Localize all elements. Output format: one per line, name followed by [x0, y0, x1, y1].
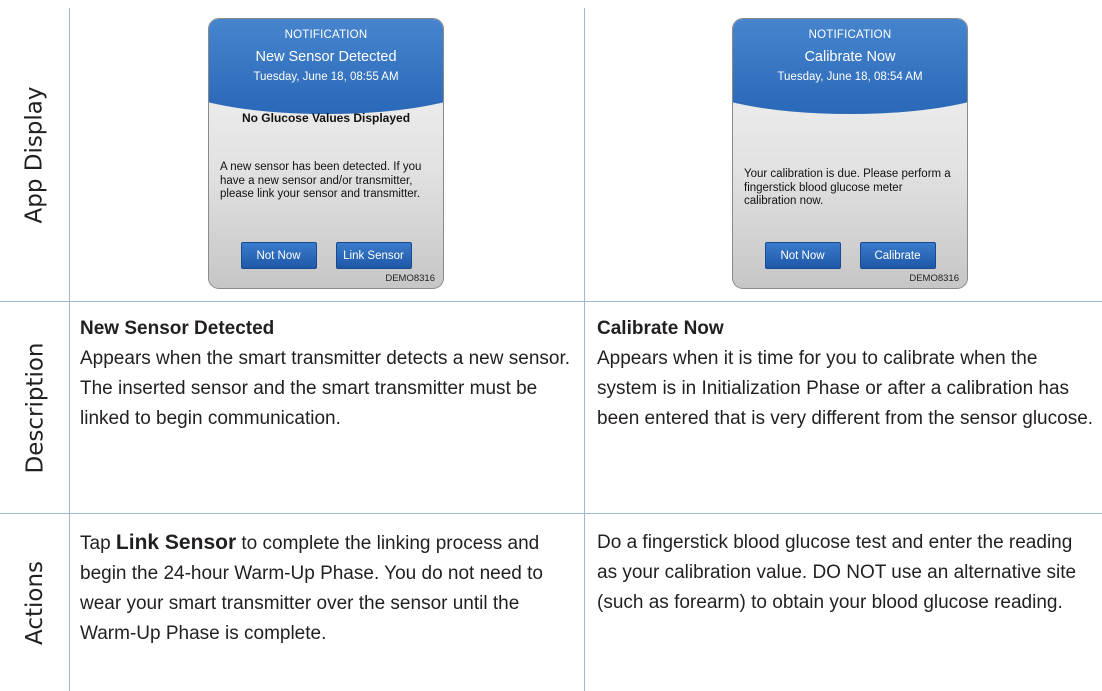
notification-screen-new-sensor: NOTIFICATION New Sensor Detected Tuesday…	[208, 18, 444, 289]
notification-title: New Sensor Detected	[255, 49, 397, 65]
action-text: Do a fingerstick blood glucose test and …	[597, 532, 1077, 613]
row-label-app-display-text: App Display	[22, 85, 48, 224]
row-label-app-display: App Display	[0, 8, 70, 301]
notification-label: NOTIFICATION	[808, 29, 892, 41]
notification-headline: No Glucose Values Displayed	[241, 111, 411, 125]
notification-datetime: Tuesday, June 18, 08:54 AM	[777, 71, 923, 83]
row-label-actions: Actions	[0, 514, 70, 691]
notification-screen-calibrate: NOTIFICATION Calibrate Now Tuesday, June…	[732, 18, 968, 289]
row-label-description: Description	[0, 302, 70, 513]
demo-code: DEMO8316	[385, 273, 435, 284]
link-sensor-button[interactable]: Link Sensor	[335, 242, 412, 269]
description-new-sensor: New Sensor Detected Appears when the sma…	[80, 314, 575, 434]
action-bold-link-sensor: Link Sensor	[115, 531, 237, 554]
row-divider-1	[0, 301, 1102, 302]
calibrate-button[interactable]: Calibrate	[859, 242, 936, 269]
description-text: Appears when the smart transmitter detec…	[80, 348, 571, 429]
description-text: Appears when it is time for you to calib…	[597, 348, 1094, 429]
column-divider	[584, 8, 585, 691]
notification-title: Calibrate Now	[804, 49, 896, 65]
notification-message: A new sensor has been detected. If you h…	[220, 161, 422, 200]
action-new-sensor: Tap Link Sensor to complete the linking …	[80, 528, 575, 649]
row-label-description-text: Description	[22, 342, 48, 473]
action-calibrate: Do a fingerstick blood glucose test and …	[597, 528, 1095, 618]
demo-code: DEMO8316	[909, 273, 959, 284]
notification-buttons: Not Now Calibrate	[733, 242, 967, 269]
row-divider-2	[0, 513, 1102, 514]
not-now-button[interactable]: Not Now	[240, 242, 317, 269]
not-now-button[interactable]: Not Now	[764, 242, 841, 269]
action-prefix: Tap	[80, 533, 116, 554]
description-title: Calibrate Now	[597, 318, 724, 339]
description-calibrate: Calibrate Now Appears when it is time fo…	[597, 314, 1095, 434]
notification-datetime: Tuesday, June 18, 08:55 AM	[253, 71, 399, 83]
notification-label: NOTIFICATION	[284, 29, 368, 41]
row-label-actions-text: Actions	[22, 560, 49, 645]
notification-buttons: Not Now Link Sensor	[209, 242, 443, 269]
notification-message: Your calibration is due. Please perform …	[744, 168, 951, 207]
description-title: New Sensor Detected	[80, 318, 275, 339]
